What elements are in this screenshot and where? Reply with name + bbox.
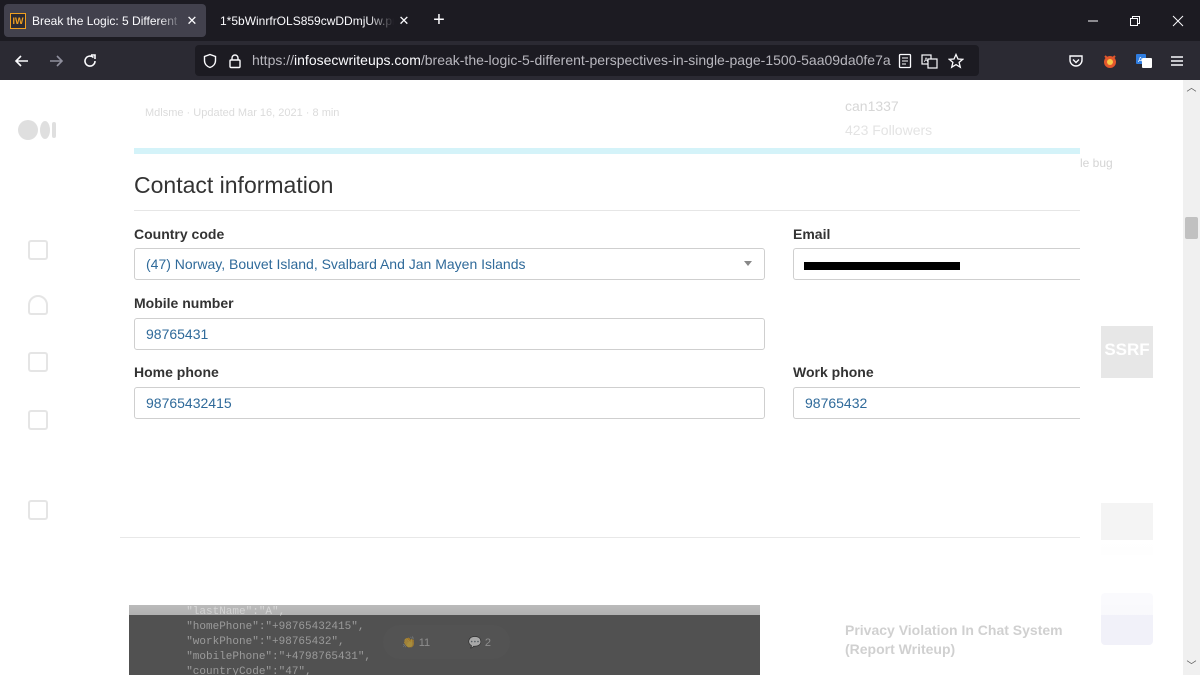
tab-close-icon[interactable]: ✕ (396, 13, 412, 29)
pocket-icon[interactable] (1064, 49, 1088, 73)
code-line: "countryCode":"47", (173, 666, 312, 675)
forward-arrow-icon[interactable] (44, 49, 68, 73)
close-window-icon[interactable] (1167, 10, 1189, 32)
notifications-icon[interactable] (28, 295, 48, 315)
reload-icon[interactable] (78, 49, 102, 73)
article-meta: Mdlsme · Updated Mar 16, 2021 · 8 min (145, 107, 340, 119)
redaction-bar (804, 262, 960, 270)
related-thumbnail[interactable] (1101, 503, 1153, 555)
shield-icon[interactable] (201, 52, 219, 70)
url-text[interactable]: https://infosecwriteups.com/break-the-lo… (252, 45, 891, 76)
back-arrow-icon[interactable] (10, 49, 34, 73)
tab-title: 1*5bWinrfrOLS859cwDDmjUw.png ( (220, 13, 394, 28)
scroll-thumb[interactable] (1185, 217, 1198, 239)
translate-extension-icon[interactable]: A (1132, 49, 1156, 73)
tab-close-icon[interactable]: ✕ (184, 13, 200, 29)
minimize-icon[interactable] (1082, 10, 1104, 32)
hamburger-menu-icon[interactable] (1165, 49, 1189, 73)
related-thumbnail[interactable] (1101, 593, 1153, 645)
accent-bar (134, 148, 1080, 154)
code-line: "lastName":"A", (173, 606, 286, 618)
author-followers: 423 Followers (845, 122, 933, 138)
url-path: /break-the-logic-5-different-perspective… (420, 52, 891, 68)
content-divider (120, 537, 1080, 538)
home-icon[interactable] (28, 240, 48, 260)
medium-logo-icon[interactable] (18, 120, 56, 140)
new-tab-button[interactable]: + (428, 10, 450, 32)
country-code-label: Country code (134, 226, 225, 242)
page-content: Mdlsme · Updated Mar 16, 2021 · 8 min ca… (0, 80, 1183, 675)
url-scheme: https:// (252, 52, 295, 68)
url-bar[interactable]: https://infosecwriteups.com/break-the-lo… (195, 45, 979, 76)
country-code-value: (47) Norway, Bouvet Island, Svalbard And… (146, 256, 526, 272)
clap-count: 11 (418, 636, 431, 649)
article-screenshot: Contact information Country code (47) No… (120, 142, 1080, 537)
comment-count: 2 (484, 636, 491, 649)
chevron-down-icon (744, 261, 752, 266)
reader-view-icon[interactable] (896, 52, 914, 70)
email-label: Email (793, 226, 831, 242)
fade-overlay (0, 540, 1183, 615)
bookmarks-icon[interactable] (28, 352, 48, 372)
translate-icon[interactable]: A (921, 52, 939, 70)
section-title: Contact information (134, 172, 334, 198)
site-favicon-icon: IW (10, 12, 26, 29)
related-article-title[interactable]: Privacy Violation In Chat System (Report… (845, 621, 1085, 659)
scroll-up-icon[interactable]: ︿ (1185, 82, 1198, 95)
write-icon[interactable] (28, 500, 48, 520)
background-snippet: le bug (1080, 156, 1113, 170)
email-field[interactable] (793, 248, 1080, 280)
work-phone-field[interactable]: 98765432 (793, 387, 1080, 419)
lock-icon[interactable] (226, 52, 244, 70)
section-divider (134, 210, 1080, 211)
author-name[interactable]: can1337 (845, 98, 899, 114)
tab-image[interactable]: 1*5bWinrfrOLS859cwDDmjUw.png ( ✕ (212, 4, 420, 37)
stories-icon[interactable] (28, 410, 48, 430)
restore-icon[interactable] (1124, 10, 1146, 32)
svg-text:A: A (1138, 56, 1143, 64)
navigation-toolbar: https://infosecwriteups.com/break-the-lo… (0, 41, 1200, 80)
clap-bar: 👏 11 💬 2 (383, 625, 510, 659)
related-thumbnail[interactable]: SSRF (1101, 326, 1153, 378)
clap-button[interactable]: 👏 11 (402, 636, 430, 649)
extension-icon[interactable] (1098, 49, 1122, 73)
mobile-number-field[interactable]: 98765431 (134, 318, 765, 350)
tab-strip: IW Break the Logic: 5 Different Pers ✕ 1… (0, 0, 1200, 41)
tab-title: Break the Logic: 5 Different Pers (32, 13, 182, 28)
comment-button[interactable]: 💬 2 (468, 636, 491, 649)
home-phone-field[interactable]: 98765432415 (134, 387, 765, 419)
bookmark-star-icon[interactable] (947, 52, 965, 70)
mobile-number-label: Mobile number (134, 295, 234, 311)
country-code-select[interactable]: (47) Norway, Bouvet Island, Svalbard And… (134, 248, 765, 280)
url-host: infosecwriteups.com (294, 52, 421, 68)
tab-article[interactable]: IW Break the Logic: 5 Different Pers ✕ (4, 4, 206, 37)
page-scrollbar[interactable]: ︿ ﹀ (1183, 80, 1200, 675)
work-phone-label: Work phone (793, 364, 874, 380)
home-phone-label: Home phone (134, 364, 219, 380)
scroll-down-icon[interactable]: ﹀ (1185, 660, 1198, 673)
